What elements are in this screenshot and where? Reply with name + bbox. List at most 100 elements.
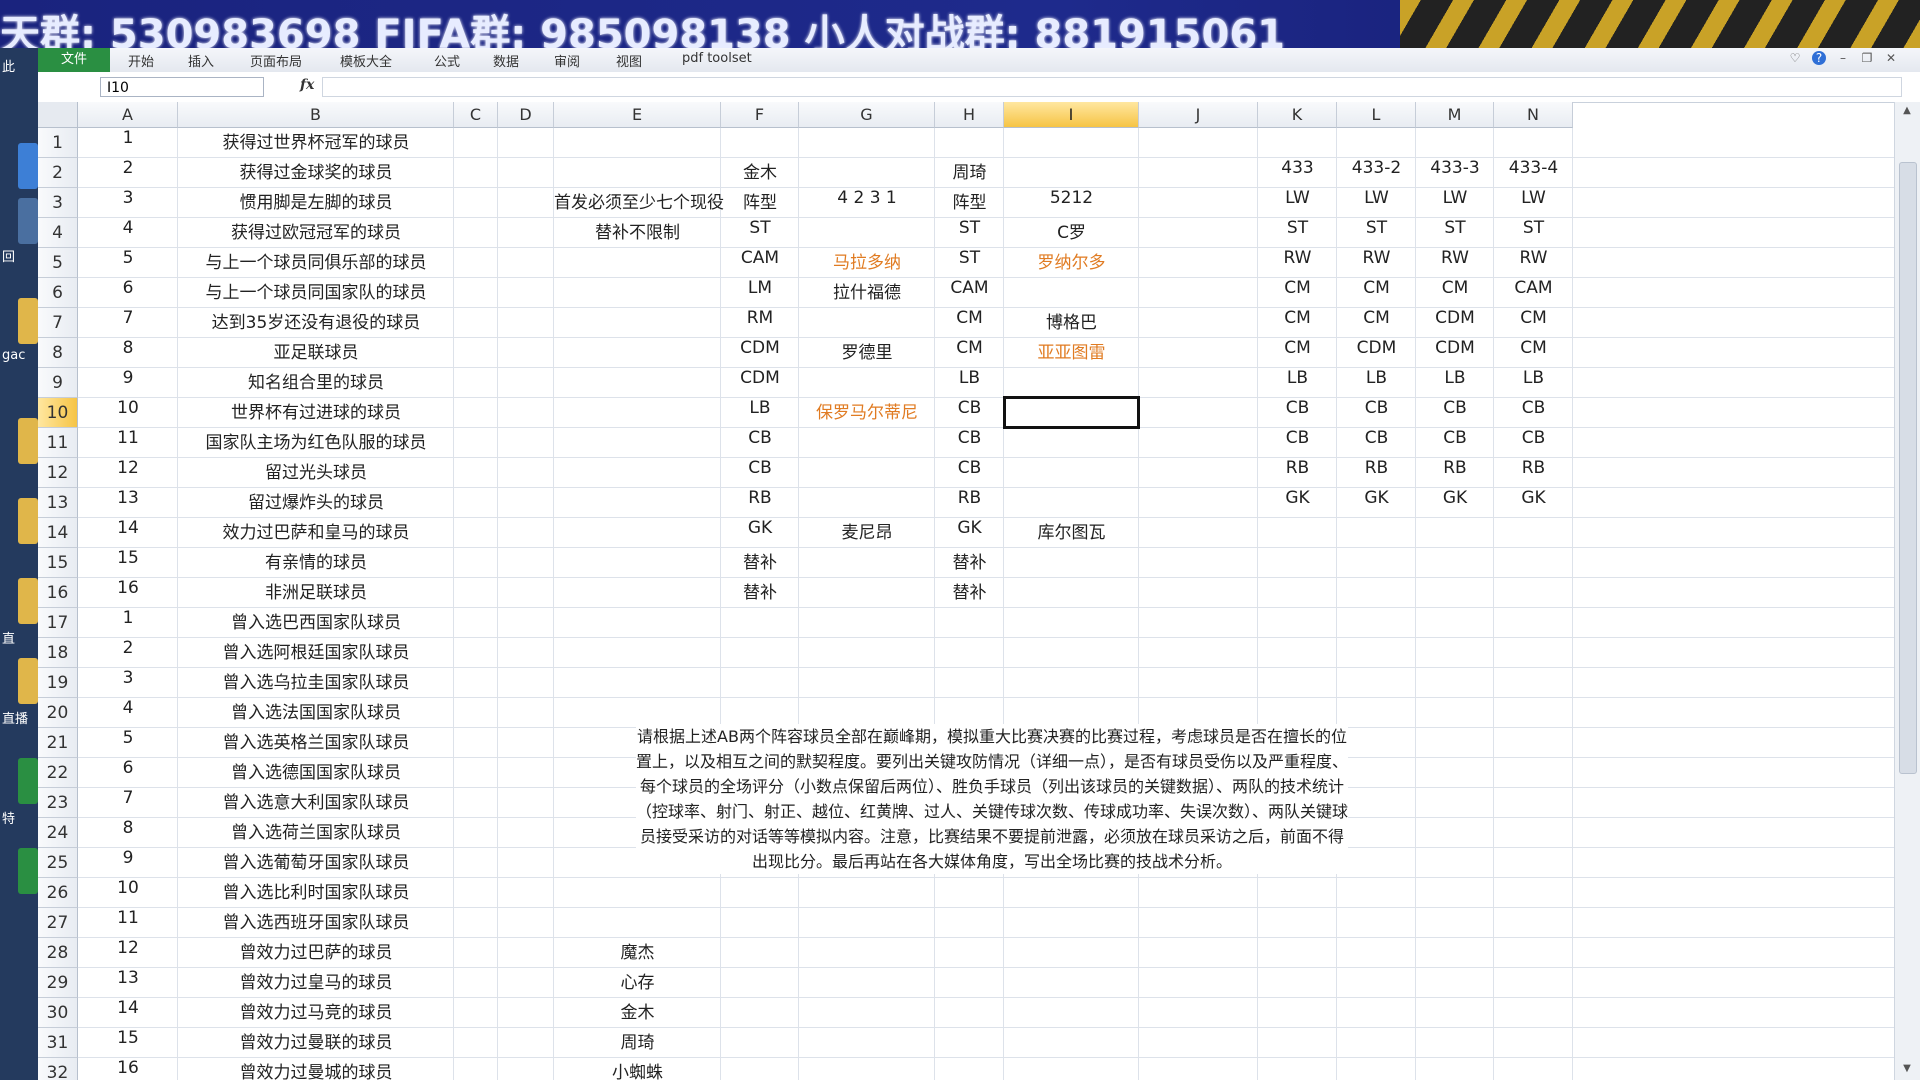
cell-h[interactable]: 周琦 bbox=[935, 158, 1004, 188]
cell-l[interactable]: CM bbox=[1337, 308, 1416, 338]
help-icon[interactable]: ? bbox=[1812, 51, 1826, 65]
cell-a[interactable]: 8 bbox=[78, 338, 178, 368]
column-header[interactable]: B bbox=[178, 102, 454, 128]
cell-b[interactable]: 曾入选荷兰国家队球员 bbox=[178, 818, 454, 848]
cell-k[interactable]: LB bbox=[1258, 368, 1337, 398]
cell-k[interactable]: CB bbox=[1258, 428, 1337, 458]
cell-a[interactable]: 1 bbox=[78, 128, 178, 158]
scroll-up-icon[interactable]: ▲ bbox=[1899, 104, 1915, 118]
menu-pdf-toolset[interactable]: pdf toolset bbox=[682, 51, 752, 66]
cell-f[interactable]: LM bbox=[721, 278, 799, 308]
cell-l[interactable]: GK bbox=[1337, 488, 1416, 518]
row-header[interactable]: 8 bbox=[38, 338, 78, 368]
row-header[interactable]: 24 bbox=[38, 818, 78, 848]
file-tab[interactable]: 文件 bbox=[38, 48, 110, 72]
column-header[interactable]: M bbox=[1416, 102, 1494, 128]
column-header[interactable]: D bbox=[498, 102, 554, 128]
cell-b[interactable]: 曾入选法国国家队球员 bbox=[178, 698, 454, 728]
cell-b[interactable]: 曾效力过曼联的球员 bbox=[178, 1028, 454, 1058]
cell-h[interactable]: ST bbox=[935, 218, 1004, 248]
cell-m[interactable]: CB bbox=[1416, 398, 1494, 428]
cell-n[interactable]: RW bbox=[1494, 248, 1573, 278]
menu-page-layout[interactable]: 页面布局 bbox=[250, 51, 302, 70]
cell-l[interactable]: RW bbox=[1337, 248, 1416, 278]
cell-k[interactable]: GK bbox=[1258, 488, 1337, 518]
cell-a[interactable]: 15 bbox=[78, 1028, 178, 1058]
cell-n[interactable]: CM bbox=[1494, 338, 1573, 368]
cell-b[interactable]: 曾效力过巴萨的球员 bbox=[178, 938, 454, 968]
row-header[interactable]: 20 bbox=[38, 698, 78, 728]
row-header[interactable]: 9 bbox=[38, 368, 78, 398]
cell-b[interactable]: 留过爆炸头的球员 bbox=[178, 488, 454, 518]
cell-g[interactable]: 保罗马尔蒂尼 bbox=[799, 398, 935, 428]
column-header[interactable]: G bbox=[799, 102, 935, 128]
cell-e[interactable]: 首发必须至少七个现役 bbox=[554, 188, 724, 218]
cell-b[interactable]: 知名组合里的球员 bbox=[178, 368, 454, 398]
row-header[interactable]: 12 bbox=[38, 458, 78, 488]
cell-h[interactable]: CAM bbox=[935, 278, 1004, 308]
desktop-app-icon[interactable] bbox=[18, 143, 38, 189]
cell-f[interactable]: 金木 bbox=[721, 158, 799, 188]
cell-k[interactable]: ST bbox=[1258, 218, 1337, 248]
cell-f[interactable]: LB bbox=[721, 398, 799, 428]
select-all-corner[interactable] bbox=[38, 102, 78, 128]
cell-a[interactable]: 3 bbox=[78, 188, 178, 218]
cell-f[interactable]: RB bbox=[721, 488, 799, 518]
cell-a[interactable]: 14 bbox=[78, 998, 178, 1028]
cell-h[interactable]: GK bbox=[935, 518, 1004, 548]
cell-b[interactable]: 世界杯有过进球的球员 bbox=[178, 398, 454, 428]
cell-f[interactable]: ST bbox=[721, 218, 799, 248]
cell-f[interactable]: 替补 bbox=[721, 548, 799, 578]
row-header[interactable]: 25 bbox=[38, 848, 78, 878]
cell-e[interactable]: 金木 bbox=[554, 998, 721, 1028]
cell-m[interactable]: CDM bbox=[1416, 338, 1494, 368]
cell-k[interactable]: LW bbox=[1258, 188, 1337, 218]
cell-e[interactable]: 小蜘蛛 bbox=[554, 1058, 721, 1080]
menu-review[interactable]: 审阅 bbox=[554, 51, 580, 70]
column-header[interactable]: F bbox=[721, 102, 799, 128]
selected-cell[interactable] bbox=[1003, 396, 1140, 429]
column-header[interactable]: E bbox=[554, 102, 721, 128]
row-header[interactable]: 6 bbox=[38, 278, 78, 308]
name-box[interactable]: I10 bbox=[100, 77, 264, 97]
row-header[interactable]: 3 bbox=[38, 188, 78, 218]
cell-a[interactable]: 11 bbox=[78, 428, 178, 458]
cell-n[interactable]: CAM bbox=[1494, 278, 1573, 308]
cell-m[interactable]: 433-3 bbox=[1416, 158, 1494, 188]
column-header[interactable]: L bbox=[1337, 102, 1416, 128]
cell-e[interactable]: 魔杰 bbox=[554, 938, 721, 968]
recycle-bin-icon[interactable] bbox=[18, 198, 38, 244]
row-header[interactable]: 14 bbox=[38, 518, 78, 548]
cell-l[interactable]: RB bbox=[1337, 458, 1416, 488]
folder-icon[interactable] bbox=[18, 298, 38, 344]
cell-b[interactable]: 曾入选乌拉圭国家队球员 bbox=[178, 668, 454, 698]
cell-m[interactable]: CM bbox=[1416, 278, 1494, 308]
cell-a[interactable]: 5 bbox=[78, 248, 178, 278]
cell-b[interactable]: 与上一个球员同俱乐部的球员 bbox=[178, 248, 454, 278]
cell-b[interactable]: 获得过世界杯冠军的球员 bbox=[178, 128, 454, 158]
cell-f[interactable]: CDM bbox=[721, 368, 799, 398]
cell-b[interactable]: 曾入选比利时国家队球员 bbox=[178, 878, 454, 908]
minimize-icon[interactable]: – bbox=[1836, 51, 1850, 65]
row-header[interactable]: 23 bbox=[38, 788, 78, 818]
cell-g[interactable]: 麦尼昂 bbox=[799, 518, 935, 548]
cell-f[interactable]: CB bbox=[721, 458, 799, 488]
cell-l[interactable]: CB bbox=[1337, 398, 1416, 428]
cell-f[interactable]: CDM bbox=[721, 338, 799, 368]
cell-a[interactable]: 5 bbox=[78, 728, 178, 758]
cell-i[interactable]: 5212 bbox=[1004, 188, 1139, 218]
cell-h[interactable]: LB bbox=[935, 368, 1004, 398]
cell-a[interactable]: 10 bbox=[78, 398, 178, 428]
cell-a[interactable]: 12 bbox=[78, 938, 178, 968]
cell-n[interactable]: CB bbox=[1494, 428, 1573, 458]
vertical-scrollbar[interactable]: ▲ ▼ bbox=[1894, 102, 1920, 1080]
row-header[interactable]: 21 bbox=[38, 728, 78, 758]
row-header[interactable]: 17 bbox=[38, 608, 78, 638]
cell-b[interactable]: 国家队主场为红色队服的球员 bbox=[178, 428, 454, 458]
row-header[interactable]: 4 bbox=[38, 218, 78, 248]
cell-a[interactable]: 12 bbox=[78, 458, 178, 488]
cell-h[interactable]: CB bbox=[935, 398, 1004, 428]
cell-a[interactable]: 16 bbox=[78, 578, 178, 608]
cell-m[interactable]: CDM bbox=[1416, 308, 1494, 338]
column-header[interactable]: C bbox=[454, 102, 498, 128]
